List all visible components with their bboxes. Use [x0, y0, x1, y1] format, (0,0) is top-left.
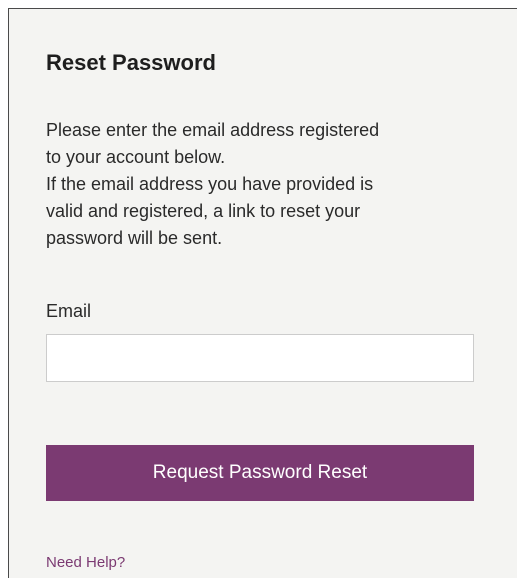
reset-password-panel: Reset Password Please enter the email ad… [8, 8, 517, 578]
need-help-link[interactable]: Need Help? [46, 554, 125, 572]
instructions-line: valid and registered, a link to reset yo… [46, 201, 361, 221]
instructions-text: Please enter the email address registere… [46, 117, 486, 252]
instructions-line: to your account below. [46, 147, 226, 167]
email-input[interactable] [46, 334, 474, 382]
page-title: Reset Password [46, 50, 216, 75]
instructions-line: If the email address you have provided i… [46, 174, 374, 194]
instructions-line: password will be sent. [46, 228, 223, 248]
email-label: Email [46, 301, 92, 321]
request-password-reset-button[interactable]: Request Password Reset [46, 445, 474, 501]
instructions-line: Please enter the email address registere… [46, 120, 380, 140]
